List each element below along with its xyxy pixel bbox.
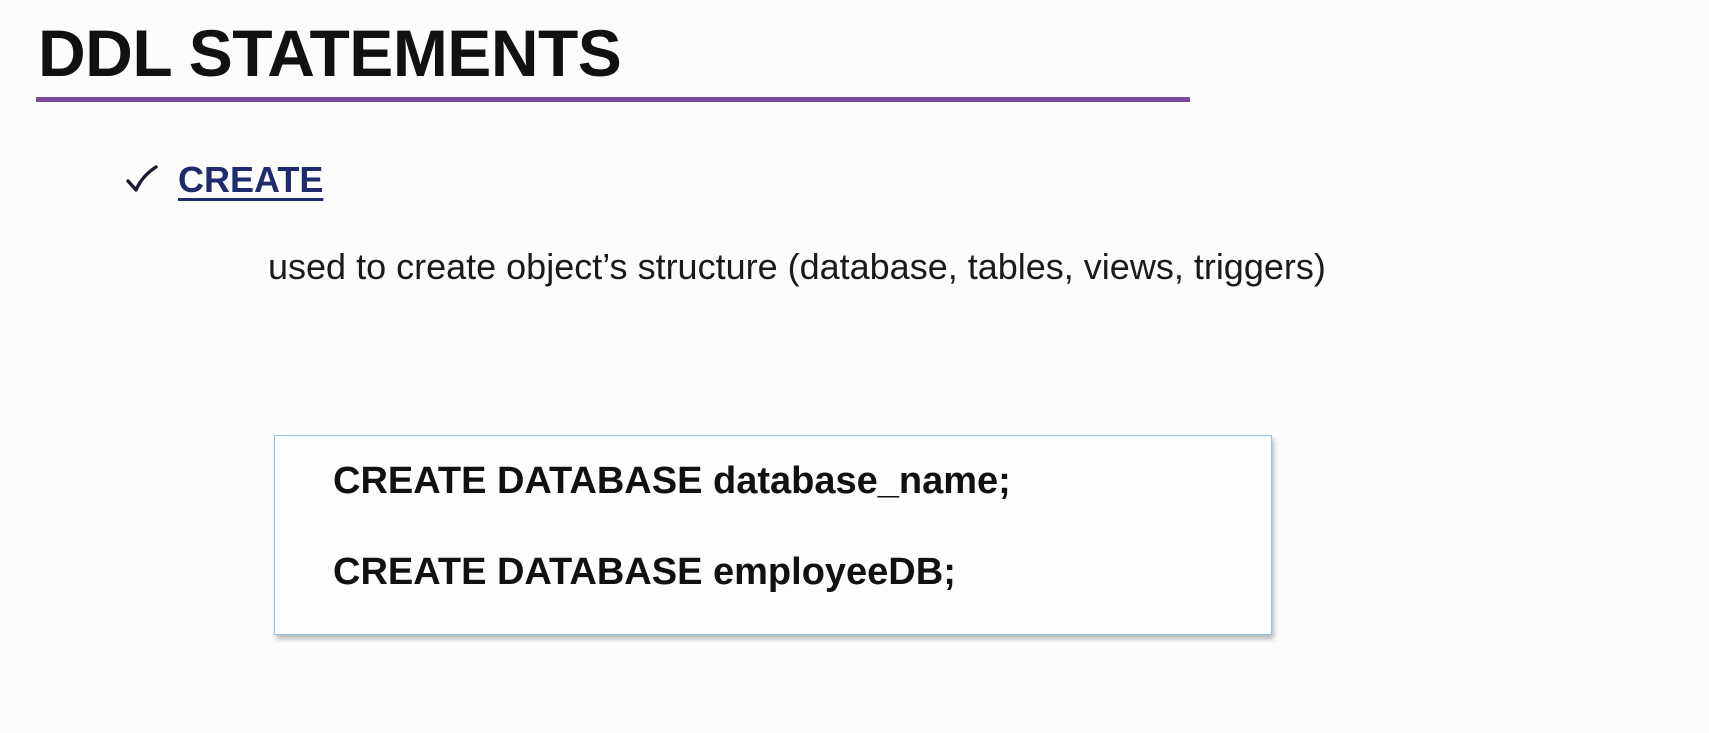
title-underline-divider <box>36 97 1190 102</box>
check-icon <box>126 165 158 192</box>
code-line: CREATE DATABASE database_name; <box>333 460 1011 502</box>
description-text: used to create object’s structure (datab… <box>268 246 1326 287</box>
bullet-label: CREATE <box>178 159 324 200</box>
slide: DDL STATEMENTS CREATE used to create obj… <box>0 0 1709 733</box>
code-example-box: CREATE DATABASE database_name; CREATE DA… <box>274 435 1272 635</box>
slide-title: DDL STATEMENTS <box>38 16 622 90</box>
code-line: CREATE DATABASE employeeDB; <box>333 551 956 593</box>
bullet-create: CREATE <box>124 155 323 205</box>
